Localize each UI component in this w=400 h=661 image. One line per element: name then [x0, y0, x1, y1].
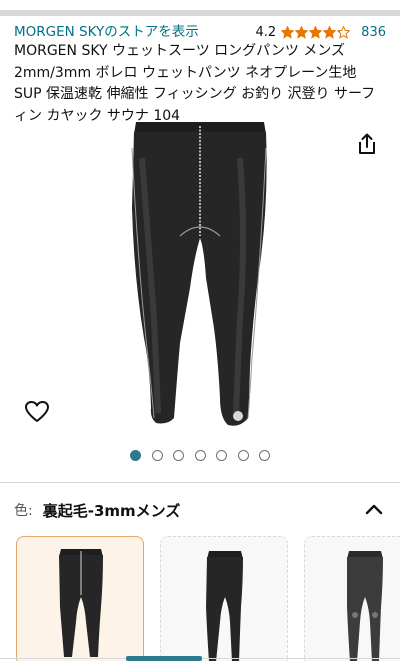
- variant-selector-row[interactable]: 色: 裏起毛-3mmメンズ: [14, 498, 386, 522]
- star-icon: [309, 25, 323, 39]
- star-icon: [337, 25, 351, 39]
- variant-swatches: [0, 536, 400, 661]
- store-rating-row: MORGEN SKYのストアを表示 4.2 836: [14, 22, 386, 42]
- variant-value: 裏起毛-3mmメンズ: [42, 501, 181, 520]
- product-title: MORGEN SKY ウェットスーツ ロングパンツ メンズ 2mm/3mm ボレ…: [14, 43, 376, 124]
- heart-icon[interactable]: [24, 400, 50, 424]
- review-count[interactable]: 836: [361, 25, 386, 40]
- store-link[interactable]: MORGEN SKYのストアを表示: [14, 23, 199, 41]
- rating-summary[interactable]: 4.2 836: [255, 25, 386, 40]
- variant-label: 色:: [14, 503, 33, 519]
- swatch-option-3[interactable]: [304, 536, 400, 661]
- carousel-dot[interactable]: [259, 450, 270, 461]
- top-strip: [0, 0, 400, 16]
- swatch-option-2[interactable]: [160, 536, 288, 661]
- star-icon: [295, 25, 309, 39]
- rating-stars: [281, 25, 351, 39]
- share-icon[interactable]: [355, 132, 379, 156]
- rating-value: 4.2: [255, 24, 277, 40]
- carousel-dot[interactable]: [194, 450, 206, 461]
- carousel-dot[interactable]: [216, 450, 227, 461]
- image-carousel-dots: [0, 450, 400, 462]
- star-icon: [323, 25, 337, 39]
- section-divider: [0, 482, 400, 483]
- swatch-option-1[interactable]: [16, 536, 144, 661]
- carousel-dot[interactable]: [130, 450, 141, 461]
- swatch-scroll-indicator: [126, 656, 202, 661]
- chevron-up-icon[interactable]: [362, 498, 386, 522]
- carousel-dot[interactable]: [151, 450, 163, 461]
- carousel-dot[interactable]: [237, 450, 249, 461]
- carousel-dot[interactable]: [173, 450, 184, 461]
- star-icon: [281, 25, 295, 39]
- product-image[interactable]: [120, 118, 280, 433]
